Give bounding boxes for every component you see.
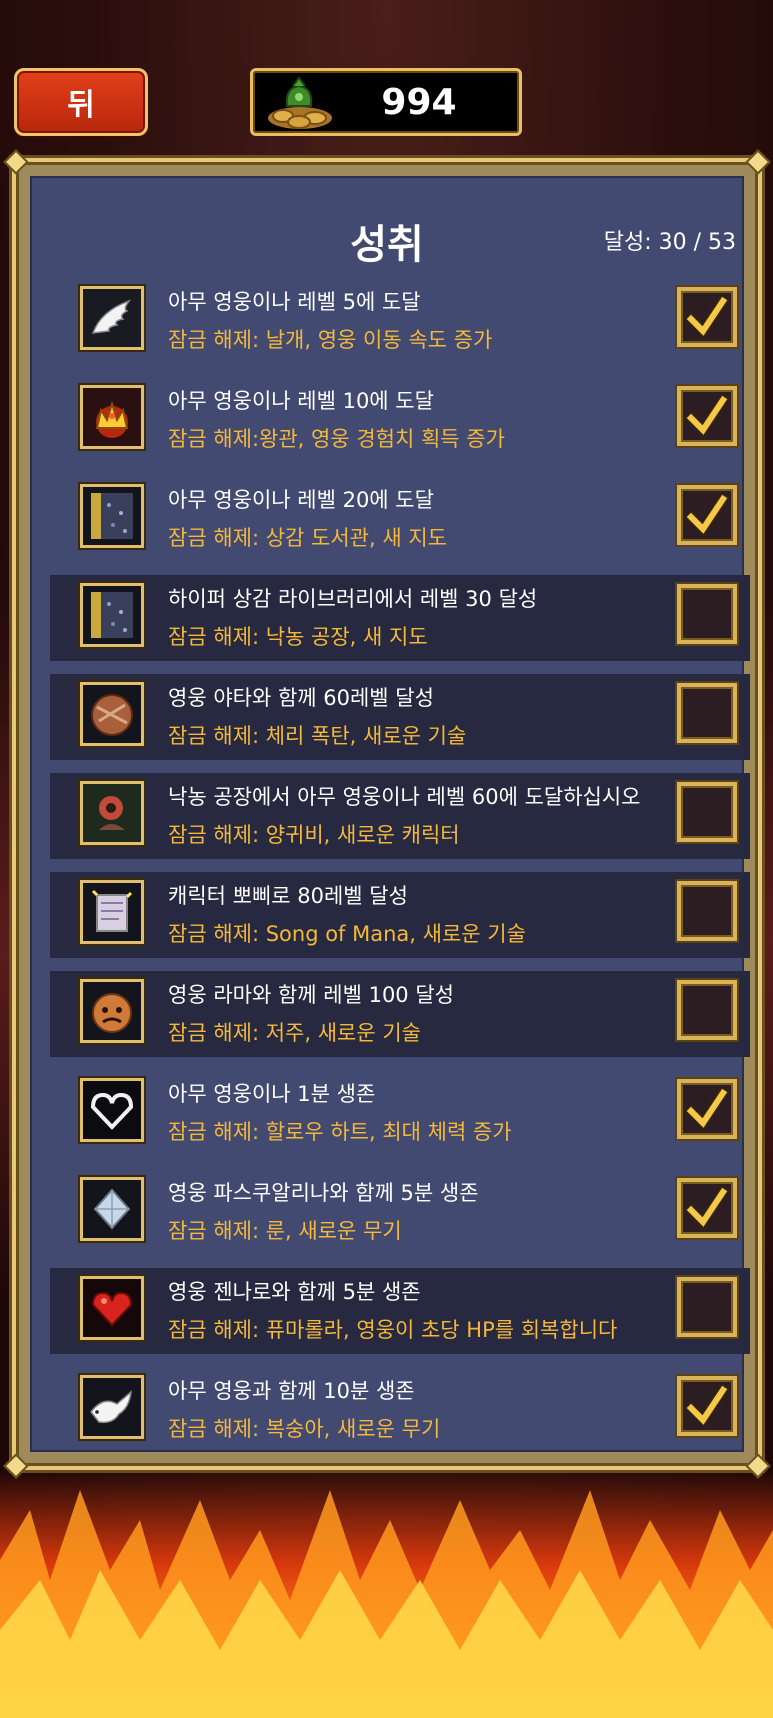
achievement-row[interactable]: 하이퍼 상감 라이브러리에서 레벨 30 달성잠금 해제: 낙농 공장, 새 지… [50, 575, 750, 661]
checkmark-icon [684, 1086, 730, 1131]
achievement-description: 영웅 야타와 함께 60레벨 달성 [168, 686, 434, 710]
incomplete-checkbox [677, 584, 737, 644]
checkmark-icon [684, 1383, 730, 1428]
achievement-row[interactable]: 아무 영웅이나 1분 생존잠금 해제: 할로우 하트, 최대 체력 증가 [50, 1070, 750, 1156]
achievement-row[interactable]: 아무 영웅이나 레벨 20에 도달잠금 해제: 상감 도서관, 새 지도 [50, 476, 750, 562]
poppy-character-icon [80, 781, 144, 845]
hollow-heart-icon [80, 1078, 144, 1142]
completed-checkbox [677, 1178, 737, 1238]
achievement-description: 영웅 라마와 함께 레벨 100 달성 [168, 983, 454, 1007]
completed-checkbox [677, 386, 737, 446]
achievement-reward: 잠금 해제: 퓨마롤라, 영웅이 초당 HP를 회복합니다 [168, 1318, 618, 1342]
flames-decoration [0, 1490, 773, 1718]
library-map-icon [80, 484, 144, 548]
cherry-bomb-icon [80, 682, 144, 746]
dove-icon [80, 1375, 144, 1439]
heart-icon [80, 1276, 144, 1340]
achievement-reward: 잠금 해제: 저주, 새로운 기술 [168, 1021, 421, 1045]
achievement-reward: 잠금 해제:왕관, 영웅 경험치 획득 증가 [168, 427, 505, 451]
achievement-description: 아무 영웅이나 1분 생존 [168, 1082, 376, 1106]
achievement-row[interactable]: 낙농 공장에서 아무 영웅이나 레벨 60에 도달하십시오잠금 해제: 양귀비,… [50, 773, 750, 859]
completed-checkbox [677, 1376, 737, 1436]
crown-icon [80, 385, 144, 449]
incomplete-checkbox [677, 683, 737, 743]
achievement-description: 영웅 젠나로와 함께 5분 생존 [168, 1280, 421, 1304]
incomplete-checkbox [677, 980, 737, 1040]
achievement-progress: 달성: 30 / 53 [603, 230, 736, 255]
achievement-list[interactable]: 아무 영웅이나 레벨 5에 도달 잠금 해제: 날개, 영웅 이동 속도 증가 아무… [50, 278, 750, 1466]
checkmark-icon [684, 294, 730, 339]
achievements-panel: 성취 달성: 30 / 53 아무 영웅이나 레벨 5에 도달 잠금 해제: 날개… [3, 149, 771, 1479]
achievement-row[interactable]: 영웅 야타와 함께 60레벨 달성잠금 해제: 체리 폭탄, 새로운 기술 [50, 674, 750, 760]
wing-icon [80, 286, 144, 350]
curse-icon [80, 979, 144, 1043]
achievement-description: 아무 영웅이나 레벨 10에 도달 [168, 389, 434, 413]
achievement-row[interactable]: 캐릭터 뽀삐로 80레벨 달성잠금 해제: Song of Mana, 새로운 … [50, 872, 750, 958]
coin-counter: 994 [250, 68, 522, 136]
incomplete-checkbox [677, 782, 737, 842]
achievement-description: 아무 영웅이나 레벨 5에 도달 [168, 290, 421, 314]
achievement-row[interactable]: 아무 영웅이나 레벨 10에 도달잠금 해제:왕관, 영웅 경험치 획득 증가 [50, 377, 750, 463]
achievement-description: 하이퍼 상감 라이브러리에서 레벨 30 달성 [168, 587, 538, 611]
achievement-description: 영웅 파스쿠알리나와 함께 5분 생존 [168, 1181, 479, 1205]
incomplete-checkbox [677, 1277, 737, 1337]
rune-icon [80, 1177, 144, 1241]
checkmark-icon [684, 492, 730, 537]
achievement-row[interactable]: 영웅 라마와 함께 레벨 100 달성잠금 해제: 저주, 새로운 기술 [50, 971, 750, 1057]
achievement-description: 아무 영웅과 함께 10분 생존 [168, 1379, 415, 1403]
achievement-row[interactable]: 아무 영웅과 함께 10분 생존잠금 해제: 복숭아, 새로운 무기 [50, 1367, 750, 1453]
achievement-reward: 잠금 해제: 할로우 하트, 최대 체력 증가 [168, 1120, 512, 1144]
achievement-row[interactable]: 아무 영웅이나 레벨 5에 도달잠금 해제: 날개, 영웅 이동 속도 증가 [50, 278, 750, 364]
achievement-row[interactable]: 영웅 젠나로와 함께 5분 생존잠금 해제: 퓨마롤라, 영웅이 초당 HP를 … [50, 1268, 750, 1354]
achievement-reward: 잠금 해제: 룬, 새로운 무기 [168, 1219, 402, 1243]
incomplete-checkbox [677, 881, 737, 941]
completed-checkbox [677, 485, 737, 545]
checkmark-icon [684, 1185, 730, 1230]
library-map-icon [80, 583, 144, 647]
coin-amount: 994 [381, 81, 457, 123]
completed-checkbox [677, 1079, 737, 1139]
achievement-reward: 잠금 해제: 체리 폭탄, 새로운 기술 [168, 724, 467, 748]
achievement-reward: 잠금 해제: 상감 도서관, 새 지도 [168, 526, 447, 550]
panel-body: 성취 달성: 30 / 53 아무 영웅이나 레벨 5에 도달 잠금 해제: 날개… [30, 176, 750, 1452]
achievement-description: 캐릭터 뽀삐로 80레벨 달성 [168, 884, 408, 908]
money-bag-coins-icon [268, 76, 332, 129]
completed-checkbox [677, 287, 737, 347]
achievement-description: 낙농 공장에서 아무 영웅이나 레벨 60에 도달하십시오 [168, 785, 641, 809]
achievement-reward: 잠금 해제: 낙농 공장, 새 지도 [168, 625, 428, 649]
back-button[interactable]: 뒤 [14, 68, 148, 136]
achievement-reward: 잠금 해제: 양귀비, 새로운 캐릭터 [168, 823, 460, 847]
achievement-description: 아무 영웅이나 레벨 20에 도달 [168, 488, 434, 512]
achievement-reward: 잠금 해제: 복숭아, 새로운 무기 [168, 1417, 441, 1441]
scroll-icon [80, 880, 144, 944]
achievement-reward: 잠금 해제: 날개, 영웅 이동 속도 증가 [168, 328, 493, 352]
checkmark-icon [684, 393, 730, 438]
achievement-reward: 잠금 해제: Song of Mana, 새로운 기술 [168, 922, 526, 946]
achievement-row[interactable]: 영웅 파스쿠알리나와 함께 5분 생존잠금 해제: 룬, 새로운 무기 [50, 1169, 750, 1255]
